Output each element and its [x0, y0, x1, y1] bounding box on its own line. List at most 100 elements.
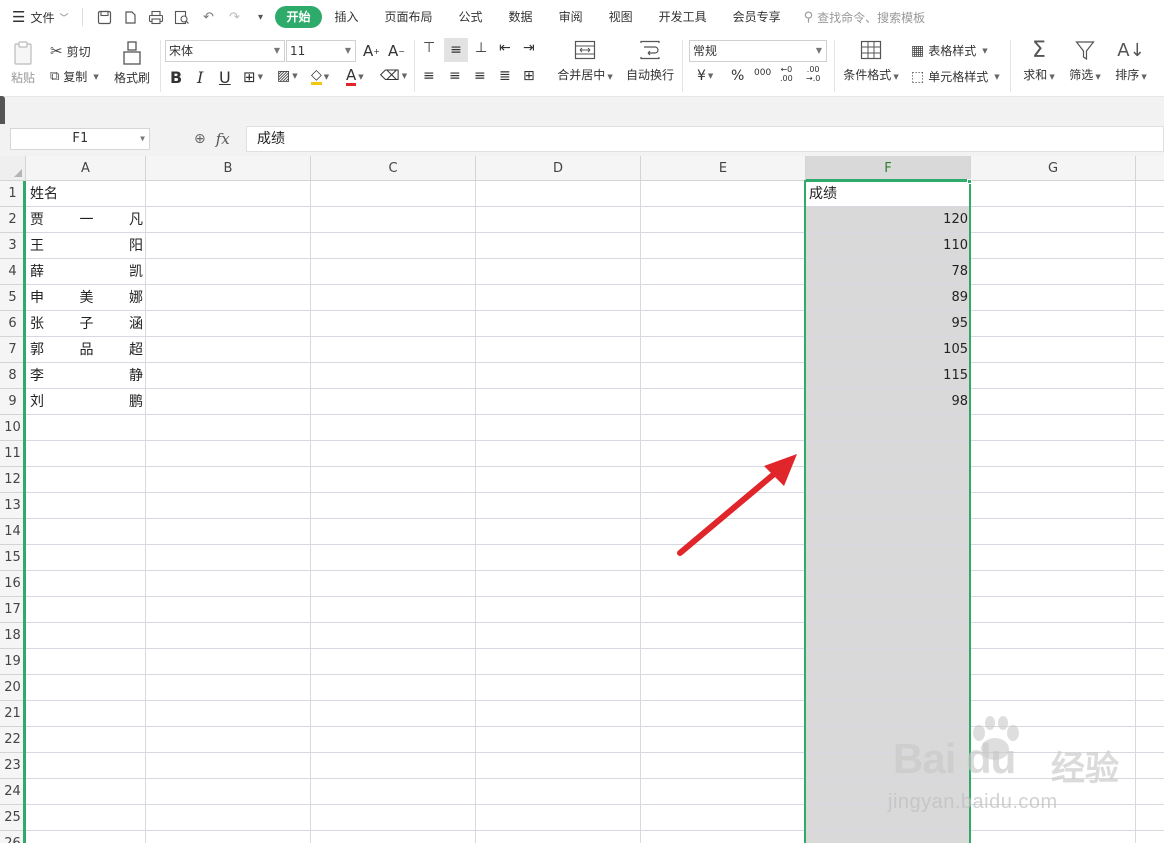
gridline-row	[26, 544, 1164, 545]
italic-icon[interactable]: I	[197, 68, 203, 87]
gridline-row	[26, 596, 1164, 597]
customize-quick-access-icon[interactable]: ▾	[249, 6, 271, 28]
hamburger-icon: ☰	[12, 8, 26, 26]
formula-input[interactable]: 成绩	[246, 126, 1164, 152]
font-name-select[interactable]: 宋体 ▼	[165, 40, 285, 62]
cell-style-button[interactable]: ⬚ 单元格样式 ▼	[911, 68, 1000, 85]
watermark-cn: 经验	[1051, 749, 1119, 789]
underline-icon[interactable]: U	[219, 68, 231, 87]
cell-a-name[interactable]: 张子涵	[30, 311, 143, 337]
justify-icon[interactable]: ≣	[499, 68, 511, 84]
divider	[82, 8, 84, 26]
currency-icon[interactable]: ¥ ▼	[697, 68, 713, 84]
thousands-separator-icon[interactable]: 000	[754, 68, 771, 78]
conditional-format-icon	[860, 40, 882, 60]
tab-formulas[interactable]: 公式	[446, 6, 496, 28]
fill-color-icon[interactable]: ◇ ▼	[311, 68, 329, 85]
tab-member[interactable]: 会员专享	[720, 6, 794, 28]
name-box[interactable]: F1 ▼	[10, 128, 150, 150]
cell-a-name[interactable]: 薛凯	[30, 259, 143, 285]
select-all-corner[interactable]	[0, 156, 26, 181]
table-style-label: 表格样式	[928, 44, 977, 58]
tab-insert[interactable]: 插入	[322, 6, 372, 28]
table-style-button[interactable]: ▦ 表格样式 ▼	[911, 42, 988, 59]
clear-format-icon[interactable]: ⌫ ▼	[380, 68, 407, 84]
conditional-format-button[interactable]: 条件格式 ▼	[842, 40, 900, 83]
cell-style-label: 单元格样式	[928, 70, 989, 84]
tab-view[interactable]: 视图	[596, 6, 646, 28]
cut-button[interactable]: ✂ 剪切	[50, 42, 91, 60]
border-icon[interactable]: ⊞ ▼	[243, 68, 263, 86]
cell-a-name[interactable]: 郭品超	[30, 337, 143, 363]
cell-a-name[interactable]: 王阳	[30, 233, 143, 259]
save-icon[interactable]	[93, 6, 115, 28]
menu-bar: ☰ 文件 ﹀ ↶ ↷ ▾ 开始 插入 页面布局 公式 数据 审阅 视图 开发工具…	[0, 0, 1164, 34]
align-center-icon[interactable]: ≡	[449, 68, 461, 84]
copy-button[interactable]: ⧉ 复制 ▼	[50, 68, 99, 85]
increase-decimal-icon[interactable]: ←0.00	[780, 65, 793, 83]
name-char: 娜	[129, 290, 143, 306]
font-size-select[interactable]: 11 ▼	[286, 40, 356, 62]
zoom-icon[interactable]: ⊕	[194, 131, 206, 147]
decrease-decimal-icon[interactable]: .00 →.0	[806, 65, 820, 83]
column-header-b[interactable]: B	[146, 156, 311, 181]
column-header-d[interactable]: D	[476, 156, 641, 181]
tab-home[interactable]: 开始	[275, 6, 322, 28]
bold-icon[interactable]: B	[170, 68, 182, 87]
column-header-f[interactable]: F	[806, 156, 971, 181]
cell-a1[interactable]: 姓名	[30, 181, 58, 207]
format-painter-button[interactable]: 格式刷	[112, 40, 152, 86]
wrap-text-label: 自动换行	[625, 68, 674, 82]
wrap-text-button[interactable]: 自动换行	[624, 40, 676, 83]
column-header-h[interactable]	[1136, 156, 1164, 181]
decrease-font-icon[interactable]: A −	[388, 42, 405, 60]
font-color-icon[interactable]: A ▼	[346, 68, 364, 86]
number-format-select[interactable]: 常规 ▼	[689, 40, 827, 62]
name-char: 子	[79, 316, 94, 332]
command-search[interactable]: ⚲ 查找命令、搜索模板	[804, 9, 926, 26]
percent-icon[interactable]: %	[731, 68, 744, 84]
print-preview-icon[interactable]	[171, 6, 193, 28]
cell-a-name[interactable]: 申美娜	[30, 285, 143, 311]
copy-label: 复制	[63, 70, 88, 84]
paste-button[interactable]: 粘贴	[6, 40, 40, 86]
fill-handle[interactable]	[967, 179, 972, 184]
column-header-c[interactable]: C	[311, 156, 476, 181]
print-icon[interactable]	[145, 6, 167, 28]
sort-button[interactable]: A↓ 排序 ▼	[1112, 40, 1150, 83]
column-header-a[interactable]: A	[26, 156, 146, 181]
align-left-icon[interactable]: ≡	[423, 68, 435, 84]
merge-center-button[interactable]: 合并居中 ▼	[556, 40, 614, 83]
align-top-icon[interactable]: ⊤	[423, 40, 435, 56]
gridline-row	[26, 388, 1164, 389]
font-name-value: 宋体	[169, 44, 194, 58]
file-menu[interactable]: ☰ 文件 ﹀	[8, 5, 72, 29]
name-char: 品	[79, 342, 94, 358]
sum-button[interactable]: Σ 求和 ▼	[1020, 40, 1058, 83]
indent-increase-icon[interactable]: ⇥	[523, 40, 535, 56]
cell-a-name[interactable]: 贾一凡	[30, 207, 143, 233]
name-char: 静	[129, 368, 143, 384]
indent-decrease-icon[interactable]: ⇤	[499, 40, 511, 56]
filter-button[interactable]: 筛选 ▼	[1066, 40, 1104, 83]
fx-icon[interactable]: fx	[216, 130, 230, 148]
distributed-icon[interactable]: ⊞	[523, 68, 535, 84]
export-pdf-icon[interactable]	[119, 6, 141, 28]
column-header-e[interactable]: E	[641, 156, 806, 181]
undo-icon[interactable]: ↶	[197, 6, 219, 28]
name-char: 一	[79, 212, 94, 228]
gridline-row	[26, 570, 1164, 571]
align-right-icon[interactable]: ≡	[474, 68, 486, 84]
redo-icon[interactable]: ↷	[223, 6, 245, 28]
cell-a-name[interactable]: 刘鹏	[30, 389, 143, 415]
cell-a-name[interactable]: 李静	[30, 363, 143, 389]
align-middle-icon[interactable]: ≡	[444, 38, 468, 62]
tab-data[interactable]: 数据	[496, 6, 546, 28]
tab-review[interactable]: 审阅	[546, 6, 596, 28]
tab-page-layout[interactable]: 页面布局	[372, 6, 446, 28]
fill-pattern-icon[interactable]: ▨ ▼	[277, 68, 298, 84]
tab-developer[interactable]: 开发工具	[646, 6, 720, 28]
column-header-g[interactable]: G	[971, 156, 1136, 181]
align-bottom-icon[interactable]: ⊥	[475, 40, 487, 56]
increase-font-icon[interactable]: A +	[363, 42, 380, 60]
